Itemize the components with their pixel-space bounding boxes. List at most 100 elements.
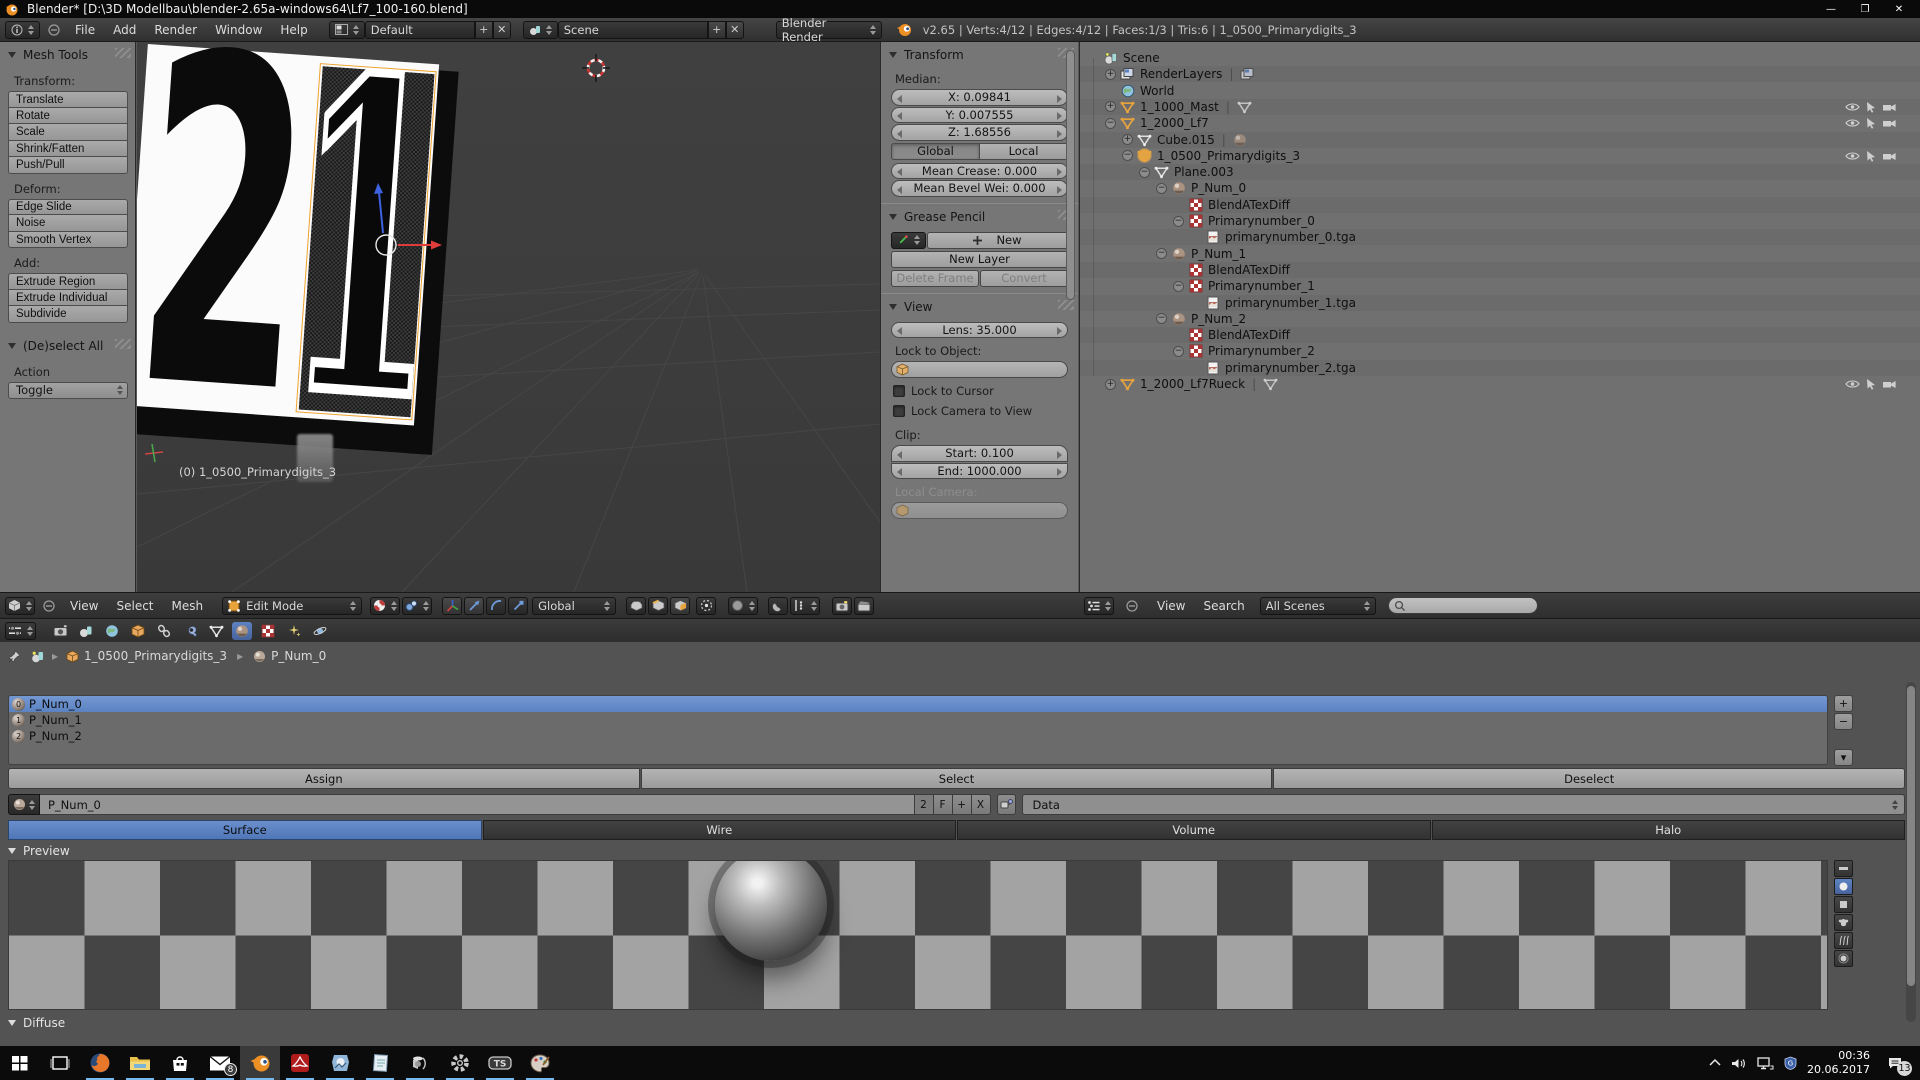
tool-button-shrink-fatten[interactable]: Shrink/Fatten (8, 140, 128, 157)
renderable-camera-icon[interactable] (1882, 150, 1897, 162)
add-material-slot-button[interactable]: + (1834, 695, 1853, 712)
outliner-row-primarynumber-0-tga[interactable]: primarynumber_0.tga (1080, 229, 1920, 246)
material-slot-p_num_0[interactable]: 0 P_Num_0 (9, 696, 1827, 712)
preview-world-sphere-button[interactable] (1834, 950, 1853, 967)
outliner-item-label[interactable]: Primarynumber_1 (1208, 279, 1315, 293)
outliner-row-primarynumber-2[interactable]: − Primarynumber_2 (1080, 343, 1920, 359)
outliner-row-blendatexdiff[interactable]: BlendATexDiff (1080, 261, 1920, 278)
tool-button-extrude-region[interactable]: Extrude Region (8, 273, 128, 290)
expand-icon[interactable]: + (1105, 68, 1116, 80)
collapse-icon[interactable]: − (1173, 215, 1184, 227)
outliner-view-menu[interactable]: View (1148, 599, 1194, 613)
properties-tab-physics[interactable] (310, 622, 330, 640)
expand-icon[interactable]: + (1105, 378, 1116, 390)
renderable-camera-icon[interactable] (1882, 117, 1897, 129)
mean-crease-field[interactable]: Mean Crease: 0.000 (891, 162, 1068, 179)
material-slot-p_num_2[interactable]: 2 P_Num_2 (9, 728, 1827, 744)
visibility-eye-icon[interactable] (1845, 101, 1860, 113)
outliner-item-label[interactable]: World (1140, 84, 1174, 98)
maximize-button[interactable]: ❐ (1848, 0, 1882, 18)
selectable-pointer-icon[interactable] (1865, 117, 1877, 129)
lock-to-object-field[interactable] (891, 361, 1068, 378)
outliner-row-p-num-1[interactable]: − P_Num_1 (1080, 246, 1920, 262)
taskbar-settings-icon[interactable] (440, 1046, 480, 1080)
taskbar-start-button[interactable] (0, 1046, 40, 1080)
tool-button-edge-slide[interactable]: Edge Slide (8, 198, 128, 215)
view3d-menu-view[interactable]: View (61, 599, 107, 613)
menu-window[interactable]: Window (206, 23, 271, 37)
delete-layout-button[interactable]: ✕ (492, 20, 511, 39)
preview-cube-button[interactable] (1834, 896, 1853, 913)
collapse-menus-icon[interactable] (1126, 599, 1138, 612)
tool-button-scale[interactable]: Scale (8, 124, 128, 141)
material-users-button[interactable]: 2 (914, 794, 934, 815)
tray-chevron-icon[interactable] (1709, 1058, 1721, 1068)
view3d-menu-select[interactable]: Select (107, 599, 162, 613)
transform-panel-header[interactable]: Transform (881, 42, 1078, 66)
minimize-button[interactable]: — (1814, 0, 1848, 18)
remove-material-slot-button[interactable]: − (1834, 713, 1853, 730)
manipulator-scale-button[interactable] (508, 596, 529, 615)
outliner-item-label[interactable]: BlendATexDiff (1208, 263, 1290, 277)
scene-icon-button[interactable] (522, 20, 558, 39)
outliner-item-label[interactable]: BlendATexDiff (1208, 198, 1290, 212)
outliner-row-1-2000-lf7[interactable]: − 1_2000_Lf7 (1080, 115, 1920, 131)
add-scene-button[interactable]: + (707, 20, 726, 39)
snap-element-select[interactable] (790, 596, 821, 615)
close-button[interactable]: ✕ (1882, 0, 1916, 18)
outliner-row-1-2000-lf7rueck[interactable]: +1_2000_Lf7Rueck | (1080, 376, 1920, 392)
grease-pencil-new-button[interactable]: New (927, 231, 1068, 249)
local-toggle[interactable]: Local (979, 143, 1067, 159)
render-engine-select[interactable]: Blender Render (775, 16, 882, 44)
taskbar-acrobat-icon[interactable] (280, 1046, 320, 1080)
tray-network-icon[interactable] (1757, 1056, 1774, 1070)
tool-button-smooth-vertex[interactable]: Smooth Vertex (8, 231, 128, 248)
median-z-field[interactable]: Z: 1.68556 (891, 124, 1068, 141)
pivot-center-select[interactable] (402, 596, 433, 615)
n-panel-scrollbar[interactable] (1066, 50, 1075, 300)
outliner-row-cube-015[interactable]: + Cube.015 | (1080, 131, 1920, 148)
expand-icon[interactable]: + (1105, 101, 1116, 113)
material-type-halo[interactable]: Halo (1431, 820, 1905, 840)
material-type-volume[interactable]: Volume (957, 820, 1431, 840)
preview-sphere-button[interactable] (1834, 878, 1853, 895)
tray-volume-icon[interactable] (1731, 1057, 1747, 1070)
properties-tab-texture[interactable] (258, 622, 278, 640)
screen-layout-field[interactable]: Default (364, 20, 475, 39)
visibility-eye-icon[interactable] (1845, 378, 1860, 390)
outliner-item-label[interactable]: primarynumber_1.tga (1225, 296, 1356, 310)
fake-user-button[interactable]: F (933, 794, 953, 815)
outliner-row-plane-003[interactable]: − Plane.003 (1080, 164, 1920, 181)
outliner-item-label[interactable]: P_Num_2 (1191, 312, 1246, 326)
breadcrumb-material[interactable]: P_Num_0 (271, 649, 326, 663)
outliner-row-p-num-0[interactable]: − P_Num_0 (1080, 180, 1920, 196)
editor-type-outliner-button[interactable] (1084, 596, 1114, 615)
browse-material-button[interactable] (8, 794, 40, 815)
action-center-button[interactable]: 13 (1880, 1048, 1912, 1078)
outliner-item-label[interactable]: 1_2000_Lf7 (1140, 116, 1209, 130)
outliner-display-select[interactable]: All Scenes (1259, 596, 1376, 615)
taskbar-task-view-button[interactable] (40, 1046, 80, 1080)
outliner-row-primarynumber-0[interactable]: − Primarynumber_0 (1080, 213, 1920, 229)
outliner-row-primarynumber-2-tga[interactable]: primarynumber_2.tga (1080, 359, 1920, 376)
face-select-mode-button[interactable] (670, 596, 691, 615)
median-y-field[interactable]: Y: 0.007555 (891, 106, 1068, 123)
material-link-select[interactable]: Data (1021, 794, 1905, 815)
outliner-item-label[interactable]: 1_2000_Lf7Rueck (1140, 377, 1245, 391)
collapse-menus-icon[interactable] (43, 599, 55, 612)
outliner-row-primarynumber-1-tga[interactable]: primarynumber_1.tga (1080, 294, 1920, 311)
breadcrumb-object[interactable]: 1_0500_Primarydigits_3 (84, 649, 227, 663)
material-type-surface[interactable]: Surface (8, 820, 482, 840)
outliner-item-label[interactable]: primarynumber_0.tga (1225, 230, 1356, 244)
material-type-wire[interactable]: Wire (482, 820, 956, 840)
lock-to-cursor-checkbox[interactable]: Lock to Cursor (893, 384, 1068, 398)
outliner-row-world[interactable]: World (1080, 83, 1920, 99)
mean-bevel-weight-field[interactable]: Mean Bevel Wei: 0.000 (891, 180, 1068, 197)
view-panel-header[interactable]: View (881, 294, 1078, 318)
new-layer-button[interactable]: New Layer (891, 250, 1068, 268)
collapse-icon[interactable]: − (1173, 345, 1184, 357)
material-name-field[interactable]: P_Num_0 (40, 794, 915, 815)
collapse-icon[interactable]: − (1173, 280, 1184, 292)
lock-camera-to-view-checkbox[interactable]: Lock Camera to View (893, 404, 1068, 418)
collapse-icon[interactable]: − (1122, 150, 1133, 162)
